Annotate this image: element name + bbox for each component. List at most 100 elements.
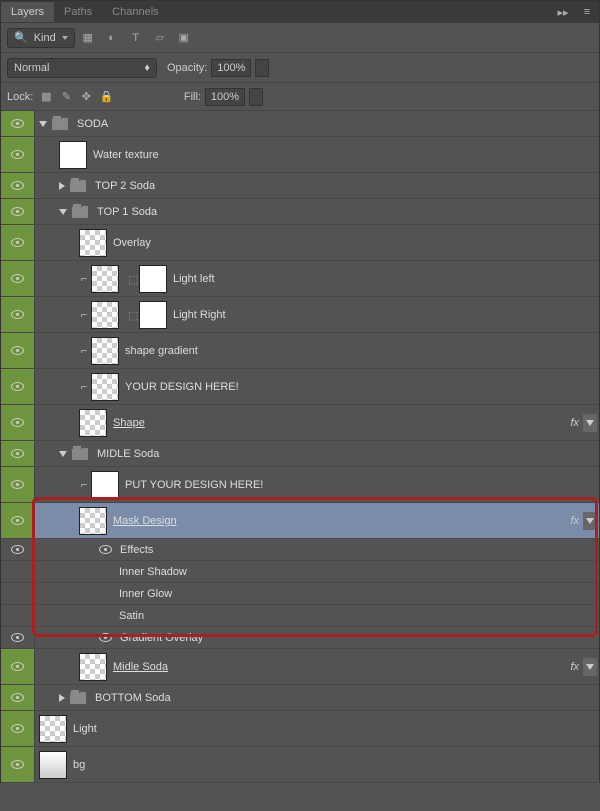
collapse-icon[interactable]: ▸▸ xyxy=(556,5,570,19)
layer-thumbnail[interactable] xyxy=(91,265,119,293)
layer-name-label[interactable]: Overlay xyxy=(113,237,151,249)
filter-pixel-icon[interactable]: ▦ xyxy=(81,31,95,45)
layer-name-label[interactable]: Light Right xyxy=(173,309,226,321)
blend-mode-dropdown[interactable]: Normal♦ xyxy=(7,58,157,78)
kind-filter-dropdown[interactable]: 🔍Kind xyxy=(7,28,75,48)
layer-thumbnail[interactable] xyxy=(39,751,67,779)
layer-name-label[interactable]: Mask Design xyxy=(113,515,177,527)
layer-row[interactable]: ⌐⬚Light Right xyxy=(1,297,599,333)
panel-menu-icon[interactable]: ≡ xyxy=(580,5,594,19)
layer-thumbnail[interactable] xyxy=(91,301,119,329)
visibility-toggle[interactable] xyxy=(1,137,35,172)
disclosure-arrow[interactable] xyxy=(59,451,67,457)
visibility-toggle[interactable] xyxy=(1,685,35,710)
filter-type-icon[interactable]: T xyxy=(129,31,143,45)
lock-transparency-icon[interactable]: ▩ xyxy=(39,90,53,104)
layer-thumbnail[interactable] xyxy=(79,229,107,257)
layer-thumbnail[interactable] xyxy=(91,471,119,499)
visibility-toggle[interactable] xyxy=(1,467,35,502)
layer-row[interactable]: ⌐YOUR DESIGN HERE! xyxy=(1,369,599,405)
layer-name-label[interactable]: Midle Soda xyxy=(113,661,168,673)
layer-name-label[interactable]: Inner Glow xyxy=(119,588,172,600)
layer-row[interactable]: TOP 2 Soda xyxy=(1,173,599,199)
layer-row[interactable]: Inner Glow xyxy=(1,583,599,605)
layer-row[interactable]: SODA xyxy=(1,111,599,137)
layer-name-label[interactable]: Satin xyxy=(119,610,144,622)
visibility-toggle[interactable] xyxy=(1,583,35,604)
layer-thumbnail[interactable] xyxy=(39,715,67,743)
layer-name-label[interactable]: Effects xyxy=(120,544,153,556)
visibility-toggle[interactable] xyxy=(1,747,35,782)
layer-row[interactable]: Water texture xyxy=(1,137,599,173)
layer-name-label[interactable]: Inner Shadow xyxy=(119,566,187,578)
visibility-toggle[interactable] xyxy=(1,261,35,296)
layer-name-label[interactable]: TOP 1 Soda xyxy=(97,206,157,218)
layer-row[interactable]: BOTTOM Soda xyxy=(1,685,599,711)
fill-input[interactable] xyxy=(205,88,245,106)
layer-row[interactable]: Midle Sodafx xyxy=(1,649,599,685)
filter-shape-icon[interactable]: ▱ xyxy=(153,31,167,45)
visibility-toggle[interactable] xyxy=(1,503,35,538)
visibility-toggle[interactable] xyxy=(1,111,35,136)
visibility-toggle[interactable] xyxy=(1,627,35,648)
layer-name-label[interactable]: PUT YOUR DESIGN HERE! xyxy=(125,479,263,491)
layer-thumbnail[interactable] xyxy=(91,337,119,365)
visibility-toggle[interactable] xyxy=(1,297,35,332)
disclosure-arrow[interactable] xyxy=(39,121,47,127)
layer-name-label[interactable]: SODA xyxy=(77,118,108,130)
visibility-toggle[interactable] xyxy=(1,173,35,198)
disclosure-arrow[interactable] xyxy=(59,694,65,702)
layer-row[interactable]: TOP 1 Soda xyxy=(1,199,599,225)
opacity-stepper[interactable] xyxy=(255,59,269,77)
visibility-toggle[interactable] xyxy=(1,369,35,404)
fx-expand-button[interactable] xyxy=(583,658,597,676)
visibility-toggle[interactable] xyxy=(1,605,35,626)
layer-row[interactable]: ⌐shape gradient xyxy=(1,333,599,369)
visibility-toggle[interactable] xyxy=(1,711,35,746)
fill-stepper[interactable] xyxy=(249,88,263,106)
layer-name-label[interactable]: YOUR DESIGN HERE! xyxy=(125,381,239,393)
layer-row[interactable]: Effects xyxy=(1,539,599,561)
layer-row[interactable]: Gradient Overlay xyxy=(1,627,599,649)
layer-name-label[interactable]: bg xyxy=(73,759,85,771)
mask-thumbnail[interactable] xyxy=(139,265,167,293)
tab-layers[interactable]: Layers xyxy=(1,2,54,22)
layer-thumbnail[interactable] xyxy=(79,409,107,437)
tab-paths[interactable]: Paths xyxy=(54,2,102,22)
layer-thumbnail[interactable] xyxy=(79,507,107,535)
layer-row[interactable]: bg xyxy=(1,747,599,783)
layer-name-label[interactable]: Water texture xyxy=(93,149,159,161)
layer-name-label[interactable]: Light left xyxy=(173,273,215,285)
visibility-toggle[interactable] xyxy=(1,333,35,368)
visibility-toggle[interactable] xyxy=(1,199,35,224)
link-icon[interactable]: ⬚ xyxy=(128,273,136,285)
lock-position-icon[interactable]: ✥ xyxy=(79,90,93,104)
lock-all-icon[interactable]: 🔒 xyxy=(99,90,113,104)
layer-row[interactable]: Overlay xyxy=(1,225,599,261)
lock-pixels-icon[interactable]: ✎ xyxy=(59,90,73,104)
layer-row[interactable]: Mask Design fx xyxy=(1,503,599,539)
visibility-toggle[interactable] xyxy=(1,539,35,560)
layer-row[interactable]: MIDLE Soda xyxy=(1,441,599,467)
layer-row[interactable]: Shape fx xyxy=(1,405,599,441)
visibility-toggle[interactable] xyxy=(1,561,35,582)
mask-thumbnail[interactable] xyxy=(139,301,167,329)
visibility-toggle[interactable] xyxy=(1,441,35,466)
fx-expand-button[interactable] xyxy=(583,414,597,432)
layer-name-label[interactable]: Light xyxy=(73,723,97,735)
layer-row[interactable]: Satin xyxy=(1,605,599,627)
layer-name-label[interactable]: Gradient Overlay xyxy=(120,632,203,644)
layer-row[interactable]: Light xyxy=(1,711,599,747)
visibility-toggle[interactable] xyxy=(1,225,35,260)
layer-row[interactable]: Inner Shadow xyxy=(1,561,599,583)
visibility-toggle[interactable] xyxy=(1,649,35,684)
fx-expand-button[interactable] xyxy=(583,512,597,530)
disclosure-arrow[interactable] xyxy=(59,182,65,190)
layer-row[interactable]: ⌐⬚Light left xyxy=(1,261,599,297)
layer-name-label[interactable]: MIDLE Soda xyxy=(97,448,159,460)
layer-thumbnail[interactable] xyxy=(79,653,107,681)
disclosure-arrow[interactable] xyxy=(59,209,67,215)
filter-smart-icon[interactable]: ▣ xyxy=(177,31,191,45)
layer-row[interactable]: ⌐PUT YOUR DESIGN HERE! xyxy=(1,467,599,503)
opacity-input[interactable] xyxy=(211,59,251,77)
